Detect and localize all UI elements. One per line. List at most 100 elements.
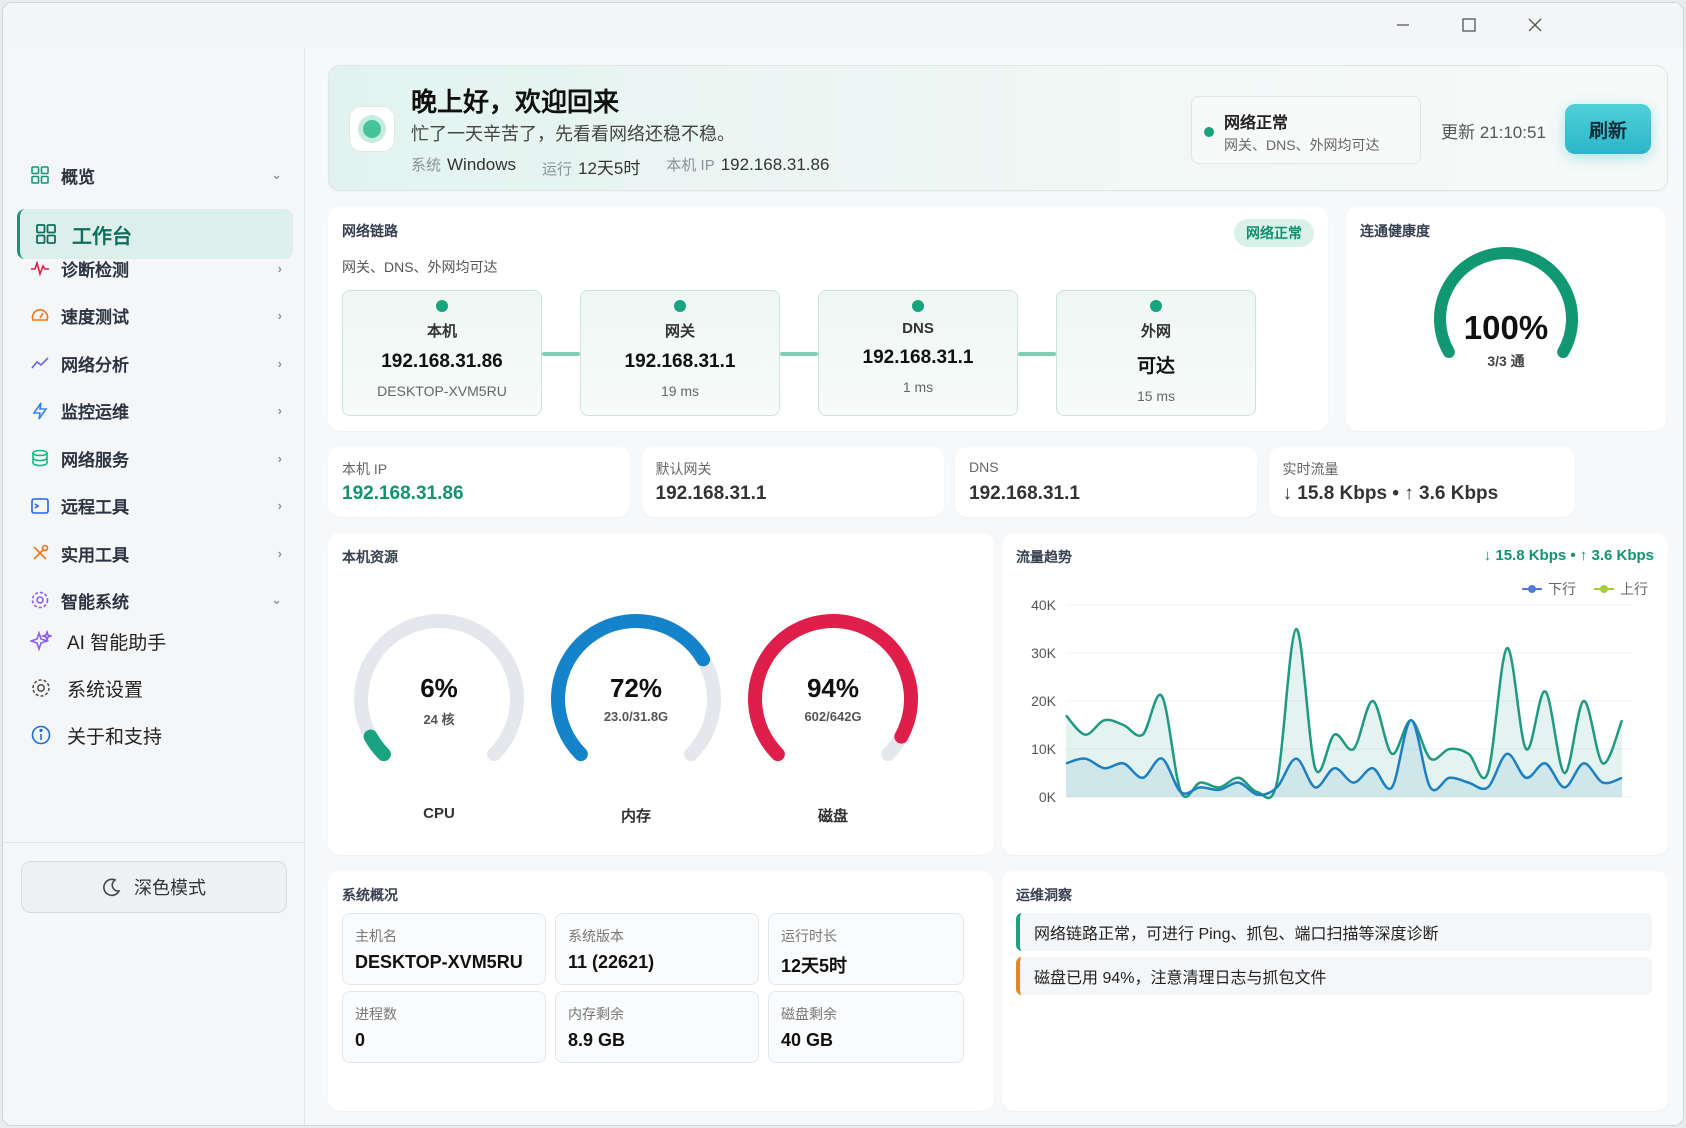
info-card: 本机 IP 192.168.31.86 — [328, 447, 630, 517]
sidebar-group-smart-system[interactable]: 智能系统 ⌄ — [29, 582, 282, 618]
traffic-trend-card: 流量趋势 ↓ 15.8 Kbps • ↑ 3.6 Kbps 下行 上行 40K 3… — [1002, 533, 1668, 855]
node-status-dot — [674, 300, 686, 312]
sidebar-group-4[interactable]: 网络服务 › — [29, 440, 282, 476]
node-sub: 15 ms — [1136, 388, 1176, 404]
sidebar-group-6[interactable]: 实用工具 › — [29, 535, 282, 571]
system-item-value: 0 — [355, 1030, 366, 1050]
link-node[interactable]: 外网 可达 15 ms — [1056, 290, 1256, 416]
chevron-down-icon: ⌄ — [271, 592, 282, 607]
node-name: 网关 — [664, 323, 695, 340]
trend-icon — [29, 352, 51, 374]
system-item: 主机名 DESKTOP-XVM5RU — [342, 913, 546, 985]
welcome-subtitle: 忙了一天辛苦了，先看看网络还稳不稳。 — [411, 124, 735, 144]
info-icon — [29, 723, 53, 747]
grid-icon — [29, 164, 51, 186]
database-icon — [29, 447, 51, 469]
minimize-icon[interactable] — [1389, 11, 1417, 39]
sidebar-group-label: 网络服务 — [61, 450, 129, 470]
network-status-box: 网络正常 网关、DNS、外网均可达 — [1191, 96, 1421, 164]
sidebar-item-0[interactable]: AI 智能助手 — [29, 621, 282, 661]
resources-card: 本机资源 6% 24 核 CPU 72% 23.0/31.8G 内存 94% 602/642G… — [328, 533, 994, 855]
sidebar-item-1[interactable]: 系统设置 — [29, 668, 282, 708]
node-sub: 1 ms — [902, 379, 934, 395]
maximize-icon[interactable] — [1455, 11, 1483, 39]
info-value: 192.168.31.86 — [342, 483, 464, 504]
chevron-right-icon: › — [277, 498, 282, 513]
card-title: 网络链路 — [342, 223, 398, 239]
system-item-value: 11 (22621) — [568, 952, 655, 972]
meta-ip: 本机 IP 192.168.31.86 — [666, 155, 830, 174]
pulse-icon — [29, 257, 51, 279]
network-status-title: 网络正常 — [1224, 115, 1289, 132]
refresh-button[interactable]: 刷新 — [1565, 104, 1651, 154]
info-card: 实时流量 ↓ 15.8 Kbps • ↑ 3.6 Kbps — [1268, 447, 1575, 517]
link-node[interactable]: DNS 192.168.31.1 1 ms — [818, 290, 1018, 416]
app-window: 概览 ⌄ 工作台 诊断检测 › 速度测试 › 网络分析 › 监控运维 › 网络服务 › 远程工具 › 实… — [2, 2, 1684, 1126]
dark-mode-button[interactable]: 深色模式 — [21, 861, 287, 913]
sparkle-icon — [29, 629, 53, 653]
insight-item: 磁盘已用 94%，注意清理日志与抓包文件 — [1016, 957, 1652, 995]
sidebar-item-2[interactable]: 关于和支持 — [29, 715, 282, 755]
system-item-value: 40 GB — [781, 1030, 834, 1050]
sidebar-group-2[interactable]: 网络分析 › — [29, 345, 282, 381]
chevron-right-icon: › — [277, 308, 282, 323]
status-dot — [1204, 127, 1214, 137]
system-overview-card: 系统概况 主机名 DESKTOP-XVM5RU 系统版本 11 (22621) 运行时长… — [328, 871, 994, 1111]
sidebar-group-label: 诊断检测 — [61, 260, 129, 280]
link-connector — [542, 352, 580, 356]
gauge-sub: 24 核 — [423, 712, 455, 727]
info-key: 实时流量 — [1282, 461, 1339, 477]
info-value: 192.168.31.1 — [655, 483, 767, 504]
node-sub: DESKTOP-XVM5RU — [377, 383, 507, 399]
chevron-right-icon: › — [277, 355, 282, 371]
system-item-value: 8.9 GB — [568, 1030, 626, 1050]
health-value: 100% — [1463, 309, 1549, 346]
gauge-sub: 23.0/31.8G — [603, 709, 669, 724]
sidebar-group-label: 远程工具 — [61, 498, 129, 517]
sidebar-group-0[interactable]: 诊断检测 › — [29, 250, 282, 286]
update-time: 更新 21:10:51 — [1441, 123, 1546, 142]
system-item-key: 运行时长 — [781, 928, 837, 944]
insight-item: 网络链路正常，可进行 Ping、抓包、端口扫描等深度诊断 — [1016, 913, 1652, 951]
network-link-card: 网络链路 网络正常 网关、DNS、外网均可达 本机 192.168.31.86 DE… — [328, 207, 1328, 431]
system-item-value: 12天5时 — [781, 956, 848, 976]
sidebar-item-label: 系统设置 — [67, 679, 144, 701]
chevron-right-icon: › — [277, 450, 282, 466]
sidebar-group-label: 实用工具 — [61, 545, 129, 565]
link-node[interactable]: 网关 192.168.31.1 19 ms — [580, 290, 780, 416]
sidebar-group-1[interactable]: 速度测试 › — [29, 298, 282, 334]
node-status-dot — [1150, 300, 1162, 312]
link-node[interactable]: 本机 192.168.31.86 DESKTOP-XVM5RU — [342, 290, 542, 416]
node-status-dot — [912, 300, 924, 312]
y-tick-label: 30K — [1031, 645, 1057, 661]
sidebar: 概览 ⌄ 工作台 诊断检测 › 速度测试 › 网络分析 › 监控运维 › 网络服务 › 远程工具 › 实… — [3, 47, 305, 1125]
info-card: DNS 192.168.31.1 — [955, 447, 1257, 517]
card-title: 系统概况 — [342, 887, 398, 903]
sidebar-group-3[interactable]: 监控运维 › — [29, 393, 282, 429]
welcome-banner: 晚上好，欢迎回来 忙了一天辛苦了，先看看网络还稳不稳。 系统 Windows 运行… — [328, 65, 1668, 191]
connectivity-health-card: 连通健康度 100% 3/3 通 — [1346, 207, 1666, 431]
system-item: 运行时长 12天5时 — [768, 913, 964, 985]
close-icon[interactable] — [1521, 11, 1549, 39]
system-item-key: 系统版本 — [568, 928, 624, 944]
card-title: 运维洞察 — [1016, 887, 1072, 903]
tools-icon — [29, 542, 51, 564]
sidebar-group-label: 速度测试 — [61, 308, 129, 327]
info-value: ↓ 15.8 Kbps • ↑ 3.6 Kbps — [1282, 483, 1499, 504]
sidebar-group-overview[interactable]: 概览 ⌄ — [29, 157, 282, 193]
ops-insight-card: 运维洞察 网络链路正常，可进行 Ping、抓包、端口扫描等深度诊断 磁盘已用 94… — [1002, 871, 1668, 1111]
node-value: 可达 — [1136, 356, 1175, 377]
sidebar-item-label: 关于和支持 — [67, 726, 163, 748]
status-badge: 网络正常 — [1234, 219, 1314, 247]
system-item-key: 磁盘剩余 — [781, 1006, 837, 1022]
dark-mode-label: 深色模式 — [134, 878, 206, 898]
grid-icon — [34, 222, 58, 246]
chevron-right-icon: › — [277, 260, 282, 276]
terminal-icon — [29, 495, 51, 517]
node-value: 192.168.31.1 — [862, 347, 974, 368]
system-item-key: 内存剩余 — [568, 1006, 624, 1022]
info-card: 默认网关 192.168.31.1 — [641, 447, 944, 517]
sidebar-group-label: 概览 — [61, 167, 95, 187]
gauge-value: 94% — [806, 673, 860, 703]
sidebar-group-5[interactable]: 远程工具 › — [29, 488, 282, 524]
